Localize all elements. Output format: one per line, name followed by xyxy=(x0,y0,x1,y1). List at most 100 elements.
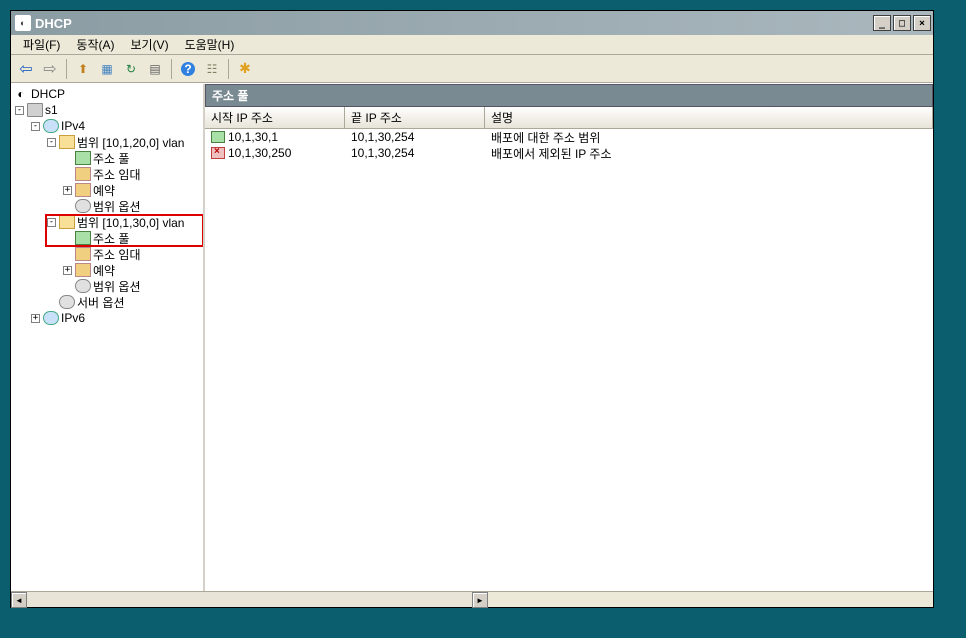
back-icon: ⇦ xyxy=(19,59,32,79)
filter-button[interactable]: ☷ xyxy=(201,58,223,80)
close-button[interactable]: × xyxy=(913,15,931,31)
list-body[interactable]: 10,1,30,1 10,1,30,254 배포에 대한 주소 범위 10,1,… xyxy=(205,129,933,591)
help-button[interactable]: ? xyxy=(177,58,199,80)
tree-scope2-lease[interactable]: 주소 임대 xyxy=(11,246,203,262)
tree-scope1-label: 범위 [10,1,20,0] vlan xyxy=(77,134,184,151)
column-start-ip[interactable]: 시작 IP 주소 xyxy=(205,107,345,128)
horizontal-scrollbar[interactable]: ◄ ► xyxy=(11,591,933,607)
lease-icon xyxy=(75,167,91,181)
maximize-button[interactable]: □ xyxy=(893,15,911,31)
tree-scope2[interactable]: - 범위 [10,1,30,0] vlan xyxy=(11,214,203,230)
app-icon: ◐ xyxy=(15,15,31,31)
tree-ipv6[interactable]: + IPv6 xyxy=(11,310,203,326)
cell-desc: 배포에서 제외된 IP 주소 xyxy=(485,145,933,162)
list-header: 시작 IP 주소 끝 IP 주소 설명 xyxy=(205,107,933,129)
tree-reservation-label: 예약 xyxy=(93,262,115,279)
content-header: 주소 풀 xyxy=(205,84,933,107)
reservation-icon xyxy=(75,183,91,197)
tree-root-label: DHCP xyxy=(31,87,65,101)
collapse-icon[interactable]: - xyxy=(47,218,56,227)
tree-scope2-label: 범위 [10,1,30,0] vlan xyxy=(77,214,184,231)
up-button[interactable]: ⬆ xyxy=(72,58,94,80)
column-description[interactable]: 설명 xyxy=(485,107,933,128)
properties-button[interactable]: ▦ xyxy=(96,58,118,80)
refresh-icon: ↻ xyxy=(126,62,136,76)
collapse-icon[interactable]: - xyxy=(47,138,56,147)
tree-panel[interactable]: ◐ DHCP - s1 - IPv4 - 범위 [10,1,20,0] vlan xyxy=(11,84,205,591)
tree-lease-label: 주소 임대 xyxy=(93,246,141,263)
tree-root[interactable]: ◐ DHCP xyxy=(11,86,203,102)
separator-icon xyxy=(228,59,229,79)
menu-action[interactable]: 동작(A) xyxy=(68,34,122,55)
properties-icon: ▦ xyxy=(101,62,112,76)
ipv6-icon xyxy=(43,311,59,325)
folder-icon xyxy=(59,215,75,229)
tree-scope1-reservation[interactable]: + 예약 xyxy=(11,182,203,198)
tree-server[interactable]: - s1 xyxy=(11,102,203,118)
tree-server-options-label: 서버 옵션 xyxy=(77,294,125,311)
range-icon xyxy=(211,131,225,143)
expand-icon[interactable]: + xyxy=(31,314,40,323)
dhcp-window: ◐ DHCP _ □ × 파일(F) 동작(A) 보기(V) 도움말(H) ⇦ … xyxy=(10,10,934,608)
scroll-track[interactable] xyxy=(27,592,472,607)
content-panel: 주소 풀 시작 IP 주소 끝 IP 주소 설명 10,1,30,1 10,1,… xyxy=(205,84,933,591)
export-icon: ▤ xyxy=(149,62,160,76)
ipv4-icon xyxy=(43,119,59,133)
forward-button[interactable]: ⇨ xyxy=(39,58,61,80)
dhcp-icon: ◐ xyxy=(13,87,29,101)
tree-pool-label: 주소 풀 xyxy=(93,150,129,167)
separator-icon xyxy=(171,59,172,79)
lease-icon xyxy=(75,247,91,261)
titlebar[interactable]: ◐ DHCP _ □ × xyxy=(11,11,933,35)
help-icon: ? xyxy=(181,62,195,76)
tree-ipv6-label: IPv6 xyxy=(61,311,85,325)
options-icon xyxy=(75,279,91,293)
collapse-icon[interactable]: - xyxy=(15,106,24,115)
export-button[interactable]: ▤ xyxy=(144,58,166,80)
minimize-button[interactable]: _ xyxy=(873,15,891,31)
cell-end-ip: 10,1,30,254 xyxy=(345,130,485,144)
menubar: 파일(F) 동작(A) 보기(V) 도움말(H) xyxy=(11,35,933,55)
exclude-icon xyxy=(211,147,225,159)
cell-end-ip: 10,1,30,254 xyxy=(345,146,485,160)
tree-scope1-options[interactable]: 범위 옵션 xyxy=(11,198,203,214)
folder-icon xyxy=(59,135,75,149)
cell-start-ip: 10,1,30,1 xyxy=(205,130,345,144)
cell-value: 10,1,30,250 xyxy=(228,146,291,160)
refresh-button[interactable]: ↻ xyxy=(120,58,142,80)
star-button[interactable]: ✱ xyxy=(234,58,256,80)
expand-icon[interactable]: + xyxy=(63,266,72,275)
tree-scope1[interactable]: - 범위 [10,1,20,0] vlan xyxy=(11,134,203,150)
tree-options-label: 범위 옵션 xyxy=(93,198,141,215)
tree-ipv4[interactable]: - IPv4 xyxy=(11,118,203,134)
tree-scope2-pool[interactable]: 주소 풀 xyxy=(11,230,203,246)
table-row[interactable]: 10,1,30,250 10,1,30,254 배포에서 제외된 IP 주소 xyxy=(205,145,933,161)
back-button[interactable]: ⇦ xyxy=(15,58,37,80)
up-icon: ⬆ xyxy=(78,62,88,76)
expand-icon[interactable]: + xyxy=(63,186,72,195)
tree-server-options[interactable]: 서버 옵션 xyxy=(11,294,203,310)
menu-view[interactable]: 보기(V) xyxy=(122,34,176,55)
collapse-icon[interactable]: - xyxy=(31,122,40,131)
cell-start-ip: 10,1,30,250 xyxy=(205,146,345,160)
tree-ipv4-label: IPv4 xyxy=(61,119,85,133)
tree-scope2-options[interactable]: 범위 옵션 xyxy=(11,278,203,294)
filter-icon: ☷ xyxy=(207,62,218,76)
options-icon xyxy=(75,199,91,213)
pool-icon xyxy=(75,231,91,245)
menu-file[interactable]: 파일(F) xyxy=(15,34,68,55)
tree-lease-label: 주소 임대 xyxy=(93,166,141,183)
column-end-ip[interactable]: 끝 IP 주소 xyxy=(345,107,485,128)
tree-scope1-pool[interactable]: 주소 풀 xyxy=(11,150,203,166)
tree-scope1-lease[interactable]: 주소 임대 xyxy=(11,166,203,182)
table-row[interactable]: 10,1,30,1 10,1,30,254 배포에 대한 주소 범위 xyxy=(205,129,933,145)
menu-help[interactable]: 도움말(H) xyxy=(177,34,243,55)
tree-scope2-reservation[interactable]: + 예약 xyxy=(11,262,203,278)
tree-reservation-label: 예약 xyxy=(93,182,115,199)
scroll-right-button[interactable]: ► xyxy=(472,592,488,608)
separator-icon xyxy=(66,59,67,79)
grip-area xyxy=(488,592,933,607)
reservation-icon xyxy=(75,263,91,277)
toolbar: ⇦ ⇨ ⬆ ▦ ↻ ▤ ? ☷ ✱ xyxy=(11,55,933,83)
scroll-left-button[interactable]: ◄ xyxy=(11,592,27,608)
